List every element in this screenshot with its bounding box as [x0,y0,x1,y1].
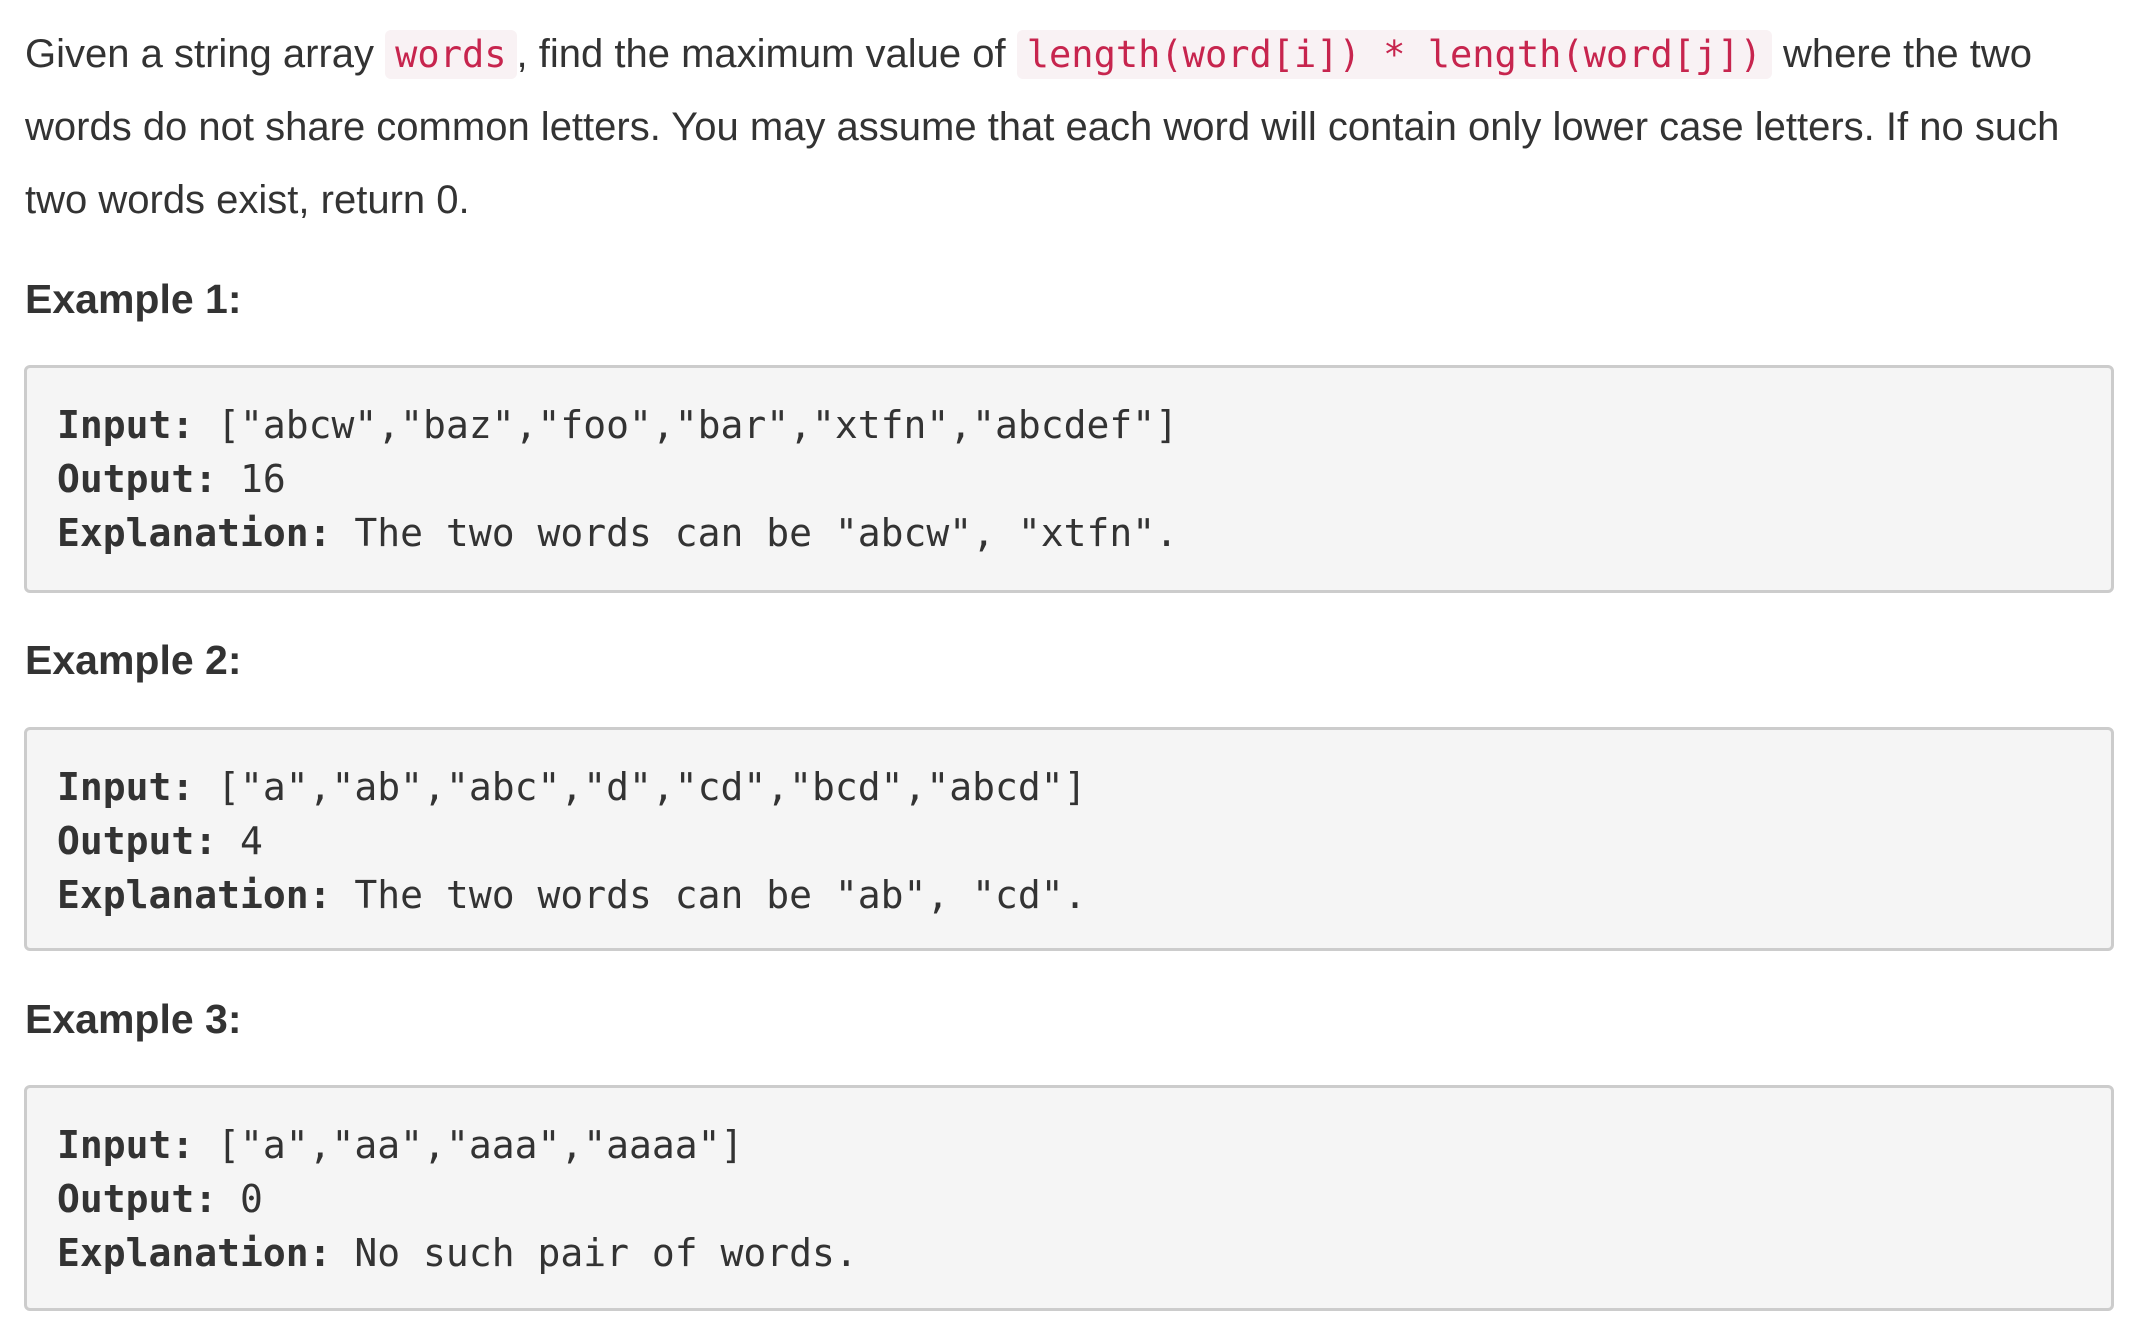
example-1-heading: Example 1: [25,276,242,322]
input-label: Input: [57,403,195,447]
input-value: ["a","aa","aaa","aaaa"] [194,1123,744,1167]
explanation-label: Explanation: [57,511,332,555]
example-2-heading: Example 2: [25,637,242,683]
output-label: Output: [57,1177,218,1221]
example-2-code-block: Input: ["a","ab","abc","d","cd","bcd","a… [24,727,2114,951]
output-label: Output: [57,819,218,863]
example-1-output-line: Output: 16 [57,452,2081,506]
example-2-output-line: Output: 4 [57,814,2081,868]
inline-code-formula: length(word[i]) * length(word[j]) [1016,30,1772,79]
explanation-value: The two words can be "abcw", "xtfn". [331,511,1179,555]
output-value: 4 [217,819,263,863]
inline-code-words: words [385,30,517,79]
input-label: Input: [57,1123,195,1167]
explanation-value: The two words can be "ab", "cd". [331,873,1087,917]
input-label: Input: [57,765,195,809]
example-2-explanation-line: Explanation: The two words can be "ab", … [57,868,2081,922]
example-3-output-line: Output: 0 [57,1172,2081,1226]
description-text-2: , find the maximum value of [516,32,1017,76]
explanation-value: No such pair of words. [331,1231,858,1275]
example-1-explanation-line: Explanation: The two words can be "abcw"… [57,506,2081,560]
explanation-label: Explanation: [57,873,332,917]
problem-description: Given a string array words, find the max… [25,0,2110,237]
example-2-input-line: Input: ["a","ab","abc","d","cd","bcd","a… [57,760,2081,814]
output-value: 16 [217,457,286,501]
output-label: Output: [57,457,218,501]
problem-page: Given a string array words, find the max… [0,0,2134,1334]
example-3-code-block: Input: ["a","aa","aaa","aaaa"] Output: 0… [24,1085,2114,1311]
input-value: ["a","ab","abc","d","cd","bcd","abcd"] [194,765,1087,809]
output-value: 0 [217,1177,263,1221]
input-value: ["abcw","baz","foo","bar","xtfn","abcdef… [194,403,1179,447]
example-3-heading: Example 3: [25,996,242,1042]
example-3-explanation-line: Explanation: No such pair of words. [57,1226,2081,1280]
example-1-code-block: Input: ["abcw","baz","foo","bar","xtfn",… [24,365,2114,593]
example-1-input-line: Input: ["abcw","baz","foo","bar","xtfn",… [57,398,2081,452]
description-text-1: Given a string array [25,32,386,76]
explanation-label: Explanation: [57,1231,332,1275]
example-3-input-line: Input: ["a","aa","aaa","aaaa"] [57,1118,2081,1172]
